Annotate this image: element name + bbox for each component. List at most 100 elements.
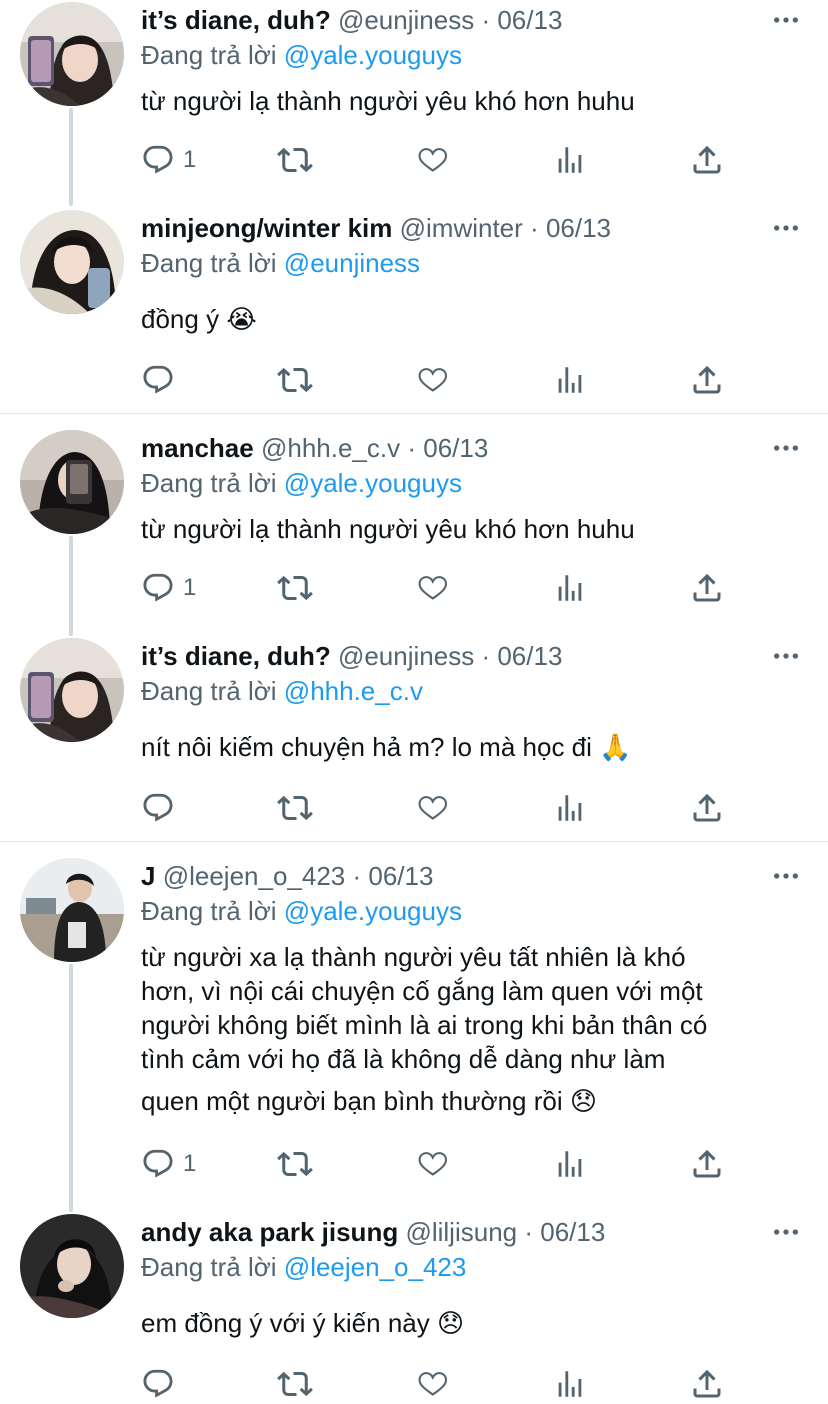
tweet-header: minjeong/winter kim @imwinter · 06/13 bbox=[141, 210, 611, 246]
like-icon bbox=[413, 789, 451, 827]
retweet-button[interactable] bbox=[277, 568, 313, 608]
reply-button[interactable]: 1 bbox=[141, 568, 196, 608]
tweet-header: J @leejen_o_423 · 06/13 bbox=[141, 858, 433, 894]
mention-link[interactable]: @yale.youguys bbox=[284, 468, 462, 498]
replying-to-label: Đang trả lời bbox=[141, 676, 277, 706]
username[interactable]: @leejen_o_423 bbox=[163, 861, 346, 891]
like-button[interactable] bbox=[413, 568, 451, 608]
mention-link[interactable]: @yale.youguys bbox=[284, 40, 462, 70]
username[interactable]: @eunjiness bbox=[338, 641, 474, 671]
avatar[interactable] bbox=[20, 2, 124, 106]
more-options-button[interactable] bbox=[770, 212, 802, 244]
share-button[interactable] bbox=[689, 140, 725, 180]
tweet-date[interactable]: 06/13 bbox=[497, 641, 562, 671]
like-button[interactable] bbox=[413, 140, 451, 180]
mention-link[interactable]: @eunjiness bbox=[284, 248, 420, 278]
like-button[interactable] bbox=[413, 1144, 451, 1184]
view-stats-button[interactable] bbox=[553, 360, 587, 400]
tweet-text-content: nít nôi kiếm chuyện hả m? lo mà học đi bbox=[141, 732, 592, 762]
username[interactable]: @eunjiness bbox=[338, 5, 474, 35]
share-button[interactable] bbox=[689, 360, 725, 400]
view-stats-button[interactable] bbox=[553, 788, 587, 828]
action-bar bbox=[0, 1364, 828, 1404]
tweet-header: andy aka park jisung @liljisung · 06/13 bbox=[141, 1214, 605, 1250]
mention-link[interactable]: @yale.youguys bbox=[284, 896, 462, 926]
like-icon bbox=[413, 1365, 451, 1403]
divider bbox=[0, 841, 828, 842]
display-name[interactable]: J bbox=[141, 861, 155, 891]
reply-button[interactable]: 1 bbox=[141, 1144, 196, 1184]
retweet-button[interactable] bbox=[277, 360, 313, 400]
display-name[interactable]: it’s diane, duh? bbox=[141, 5, 331, 35]
retweet-button[interactable] bbox=[277, 140, 313, 180]
retweet-button[interactable] bbox=[277, 788, 313, 828]
replying-to-label: Đang trả lời bbox=[141, 248, 277, 278]
display-name[interactable]: it’s diane, duh? bbox=[141, 641, 331, 671]
view-stats-button[interactable] bbox=[553, 1144, 587, 1184]
more-options-button[interactable] bbox=[770, 640, 802, 672]
divider bbox=[0, 413, 828, 414]
username[interactable]: @liljisung bbox=[405, 1217, 517, 1247]
tweet-date[interactable]: 06/13 bbox=[546, 213, 611, 243]
display-name[interactable]: manchae bbox=[141, 433, 254, 463]
avatar[interactable] bbox=[20, 1214, 124, 1318]
like-icon bbox=[413, 141, 451, 179]
retweet-icon bbox=[277, 142, 313, 178]
mention-link[interactable]: @hhh.e_c.v bbox=[284, 676, 423, 706]
share-button[interactable] bbox=[689, 1144, 725, 1184]
emoji: 😞 bbox=[436, 1309, 465, 1339]
share-icon bbox=[689, 142, 725, 178]
display-name[interactable]: andy aka park jisung bbox=[141, 1217, 398, 1247]
more-options-button[interactable] bbox=[770, 432, 802, 464]
view-stats-button[interactable] bbox=[553, 1364, 587, 1404]
retweet-icon bbox=[277, 1146, 313, 1182]
reply-button[interactable] bbox=[141, 360, 183, 400]
reply-button[interactable] bbox=[141, 788, 183, 828]
stats-icon bbox=[553, 1367, 587, 1401]
replying-to-label: Đang trả lời bbox=[141, 896, 277, 926]
tweet-date[interactable]: 06/13 bbox=[497, 5, 562, 35]
mention-link[interactable]: @leejen_o_423 bbox=[284, 1252, 467, 1282]
share-button[interactable] bbox=[689, 1364, 725, 1404]
replying-to: Đang trả lời @eunjiness bbox=[141, 245, 420, 281]
avatar[interactable] bbox=[20, 858, 124, 962]
view-stats-button[interactable] bbox=[553, 140, 587, 180]
username[interactable]: @hhh.e_c.v bbox=[261, 433, 400, 463]
like-button[interactable] bbox=[413, 788, 451, 828]
tweet-date[interactable]: 06/13 bbox=[423, 433, 488, 463]
reply-button[interactable] bbox=[141, 1364, 183, 1404]
replying-to-label: Đang trả lời bbox=[141, 40, 277, 70]
tweet-text-line: tình cảm với họ đã là không dễ dàng như … bbox=[141, 1044, 666, 1074]
like-button[interactable] bbox=[413, 1364, 451, 1404]
more-options-button[interactable] bbox=[770, 1216, 802, 1248]
more-icon bbox=[770, 432, 802, 464]
action-bar: 1 bbox=[0, 140, 828, 180]
emoji: 😭 bbox=[226, 305, 257, 335]
view-stats-button[interactable] bbox=[553, 568, 587, 608]
share-icon bbox=[689, 570, 725, 606]
stats-icon bbox=[553, 791, 587, 825]
avatar[interactable] bbox=[20, 638, 124, 742]
more-options-button[interactable] bbox=[770, 860, 802, 892]
retweet-button[interactable] bbox=[277, 1144, 313, 1184]
reply-button[interactable]: 1 bbox=[141, 140, 196, 180]
share-icon bbox=[689, 1146, 725, 1182]
retweet-icon bbox=[277, 362, 313, 398]
share-button[interactable] bbox=[689, 788, 725, 828]
tweet-text-line: quen một người bạn bình thường rồi bbox=[141, 1086, 563, 1116]
emoji: 😞 bbox=[569, 1087, 597, 1117]
tweet-date[interactable]: 06/13 bbox=[368, 861, 433, 891]
share-button[interactable] bbox=[689, 568, 725, 608]
tweet-text-line: từ người xa lạ thành người yêu tất nhiên… bbox=[141, 942, 686, 972]
avatar[interactable] bbox=[20, 430, 124, 534]
tweet-text-content: từ người lạ thành người yêu khó hơn huhu bbox=[141, 514, 635, 544]
display-name[interactable]: minjeong/winter kim bbox=[141, 213, 392, 243]
retweet-button[interactable] bbox=[277, 1364, 313, 1404]
tweet-date[interactable]: 06/13 bbox=[540, 1217, 605, 1247]
like-button[interactable] bbox=[413, 360, 451, 400]
avatar[interactable] bbox=[20, 210, 124, 314]
like-icon bbox=[413, 569, 451, 607]
tweet-text: em đồng ý với ý kiến này 😞 bbox=[141, 1306, 801, 1341]
username[interactable]: @imwinter bbox=[400, 213, 523, 243]
more-options-button[interactable] bbox=[770, 4, 802, 36]
